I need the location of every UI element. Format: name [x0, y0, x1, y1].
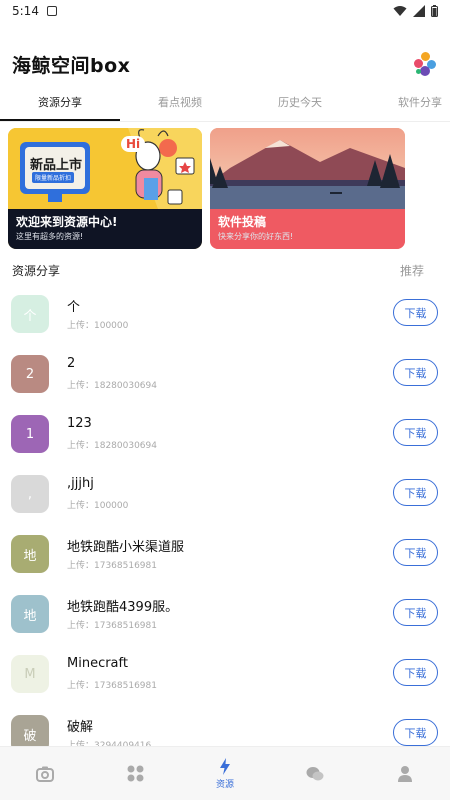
item-name: 地铁跑酷小米渠道服: [67, 540, 185, 555]
item-name: ,jjjhj: [67, 476, 94, 491]
recommend-link[interactable]: 推荐: [400, 262, 424, 279]
app-logo-icon[interactable]: [412, 51, 438, 77]
status-icons: [393, 5, 438, 17]
nav-chat[interactable]: [270, 747, 360, 800]
download-button[interactable]: 下载: [393, 299, 438, 326]
lightning-icon: [220, 757, 230, 775]
notification-icon: [46, 6, 57, 16]
person-icon: [398, 766, 412, 782]
download-button[interactable]: 下载: [393, 719, 438, 746]
list-item[interactable]: 地 地铁跑酷小米渠道服 上传：17368516981 下载: [0, 530, 450, 590]
item-avatar: ,: [11, 475, 49, 513]
tab-resource-share[interactable]: 资源分享: [0, 90, 120, 122]
item-uploader: 上传：17368516981: [67, 621, 157, 631]
nav-resources[interactable]: 资源: [180, 747, 270, 800]
banner-landscape-art: [210, 128, 405, 209]
list-item[interactable]: 地 地铁跑酷4399服。 上传：17368516981 下载: [0, 590, 450, 650]
status-bar: 5:14: [0, 0, 450, 22]
item-uploader: 上传：100000: [67, 321, 129, 331]
item-avatar: 1: [11, 415, 49, 453]
download-button[interactable]: 下载: [393, 419, 438, 446]
tab-videos[interactable]: 看点视频: [120, 90, 240, 122]
tab-software-share[interactable]: 软件分享: [360, 90, 450, 122]
banner-welcome-caption: 欢迎来到资源中心! 这里有超多的资源!: [8, 209, 202, 249]
nav-profile[interactable]: [360, 747, 450, 800]
banner-submit-software[interactable]: 软件投稿 快来分享你的好东西!: [210, 128, 405, 249]
item-name: 123: [67, 416, 92, 431]
chat-icon: [306, 766, 324, 780]
list-item[interactable]: 1 123 上传：18280030694 下载: [0, 410, 450, 470]
item-avatar: 个: [11, 295, 49, 333]
banner-art-headline: 新品上市: [30, 158, 83, 173]
camera-icon: [36, 766, 54, 782]
battery-icon: [431, 5, 438, 17]
app-header: 海鲸空间box: [0, 44, 450, 84]
item-avatar: M: [11, 655, 49, 693]
nav-apps[interactable]: [90, 747, 180, 800]
app-title: 海鲸空间box: [12, 54, 131, 77]
wifi-icon: [393, 6, 407, 16]
item-name: 2: [67, 356, 76, 371]
nav-camera[interactable]: [0, 747, 90, 800]
list-item[interactable]: 个 个 上传：100000 下载: [0, 290, 450, 350]
tab-divider: [0, 121, 450, 122]
banner-welcome-title: 欢迎来到资源中心!: [16, 215, 118, 229]
banner-welcome[interactable]: 新品上市 限量新品折扣 Hi 欢迎来到资源中心! 这里有超多的资源!: [8, 128, 202, 249]
item-uploader: 上传：17368516981: [67, 561, 157, 571]
download-button[interactable]: 下载: [393, 479, 438, 506]
tab-bar: 资源分享 看点视频 历史今天 软件分享: [0, 90, 450, 122]
banner-submit-title: 软件投稿: [218, 215, 267, 229]
list-item[interactable]: 2 2 上传：18280030694 下载: [0, 350, 450, 410]
banner-submit-caption: 软件投稿 快来分享你的好东西!: [210, 209, 405, 249]
section-header: 资源分享 推荐: [12, 262, 424, 279]
grid-icon: [127, 765, 143, 782]
bottom-nav: 资源: [0, 746, 450, 800]
section-title: 资源分享: [12, 264, 61, 278]
tab-history-today[interactable]: 历史今天: [240, 90, 360, 122]
banner-art-sub: 限量新品折扣: [32, 172, 75, 183]
nav-resources-label: 资源: [215, 779, 234, 790]
download-button[interactable]: 下载: [393, 359, 438, 386]
item-name: Minecraft: [67, 656, 128, 671]
list-item[interactable]: M Minecraft 上传：17368516981 下载: [0, 650, 450, 710]
item-name: 个: [67, 300, 81, 315]
item-uploader: 上传：17368516981: [67, 681, 157, 691]
download-button[interactable]: 下载: [393, 539, 438, 566]
item-name: 破解: [67, 720, 94, 735]
banner-welcome-subtitle: 这里有超多的资源!: [16, 232, 84, 241]
banner-submit-subtitle: 快来分享你的好东西!: [218, 232, 294, 241]
item-avatar: 2: [11, 355, 49, 393]
signal-icon: [413, 5, 425, 17]
item-avatar: 地: [11, 535, 49, 573]
item-name: 地铁跑酷4399服。: [67, 600, 179, 615]
list-item[interactable]: , ,jjjhj 上传：100000 下载: [0, 470, 450, 530]
status-time: 5:14: [12, 4, 39, 18]
item-uploader: 上传：100000: [67, 501, 129, 511]
item-uploader: 上传：18280030694: [67, 441, 157, 451]
banner-hi-bubble: Hi: [121, 136, 146, 152]
item-avatar: 地: [11, 595, 49, 633]
download-button[interactable]: 下载: [393, 599, 438, 626]
item-uploader: 上传：18280030694: [67, 381, 157, 391]
download-button[interactable]: 下载: [393, 659, 438, 686]
